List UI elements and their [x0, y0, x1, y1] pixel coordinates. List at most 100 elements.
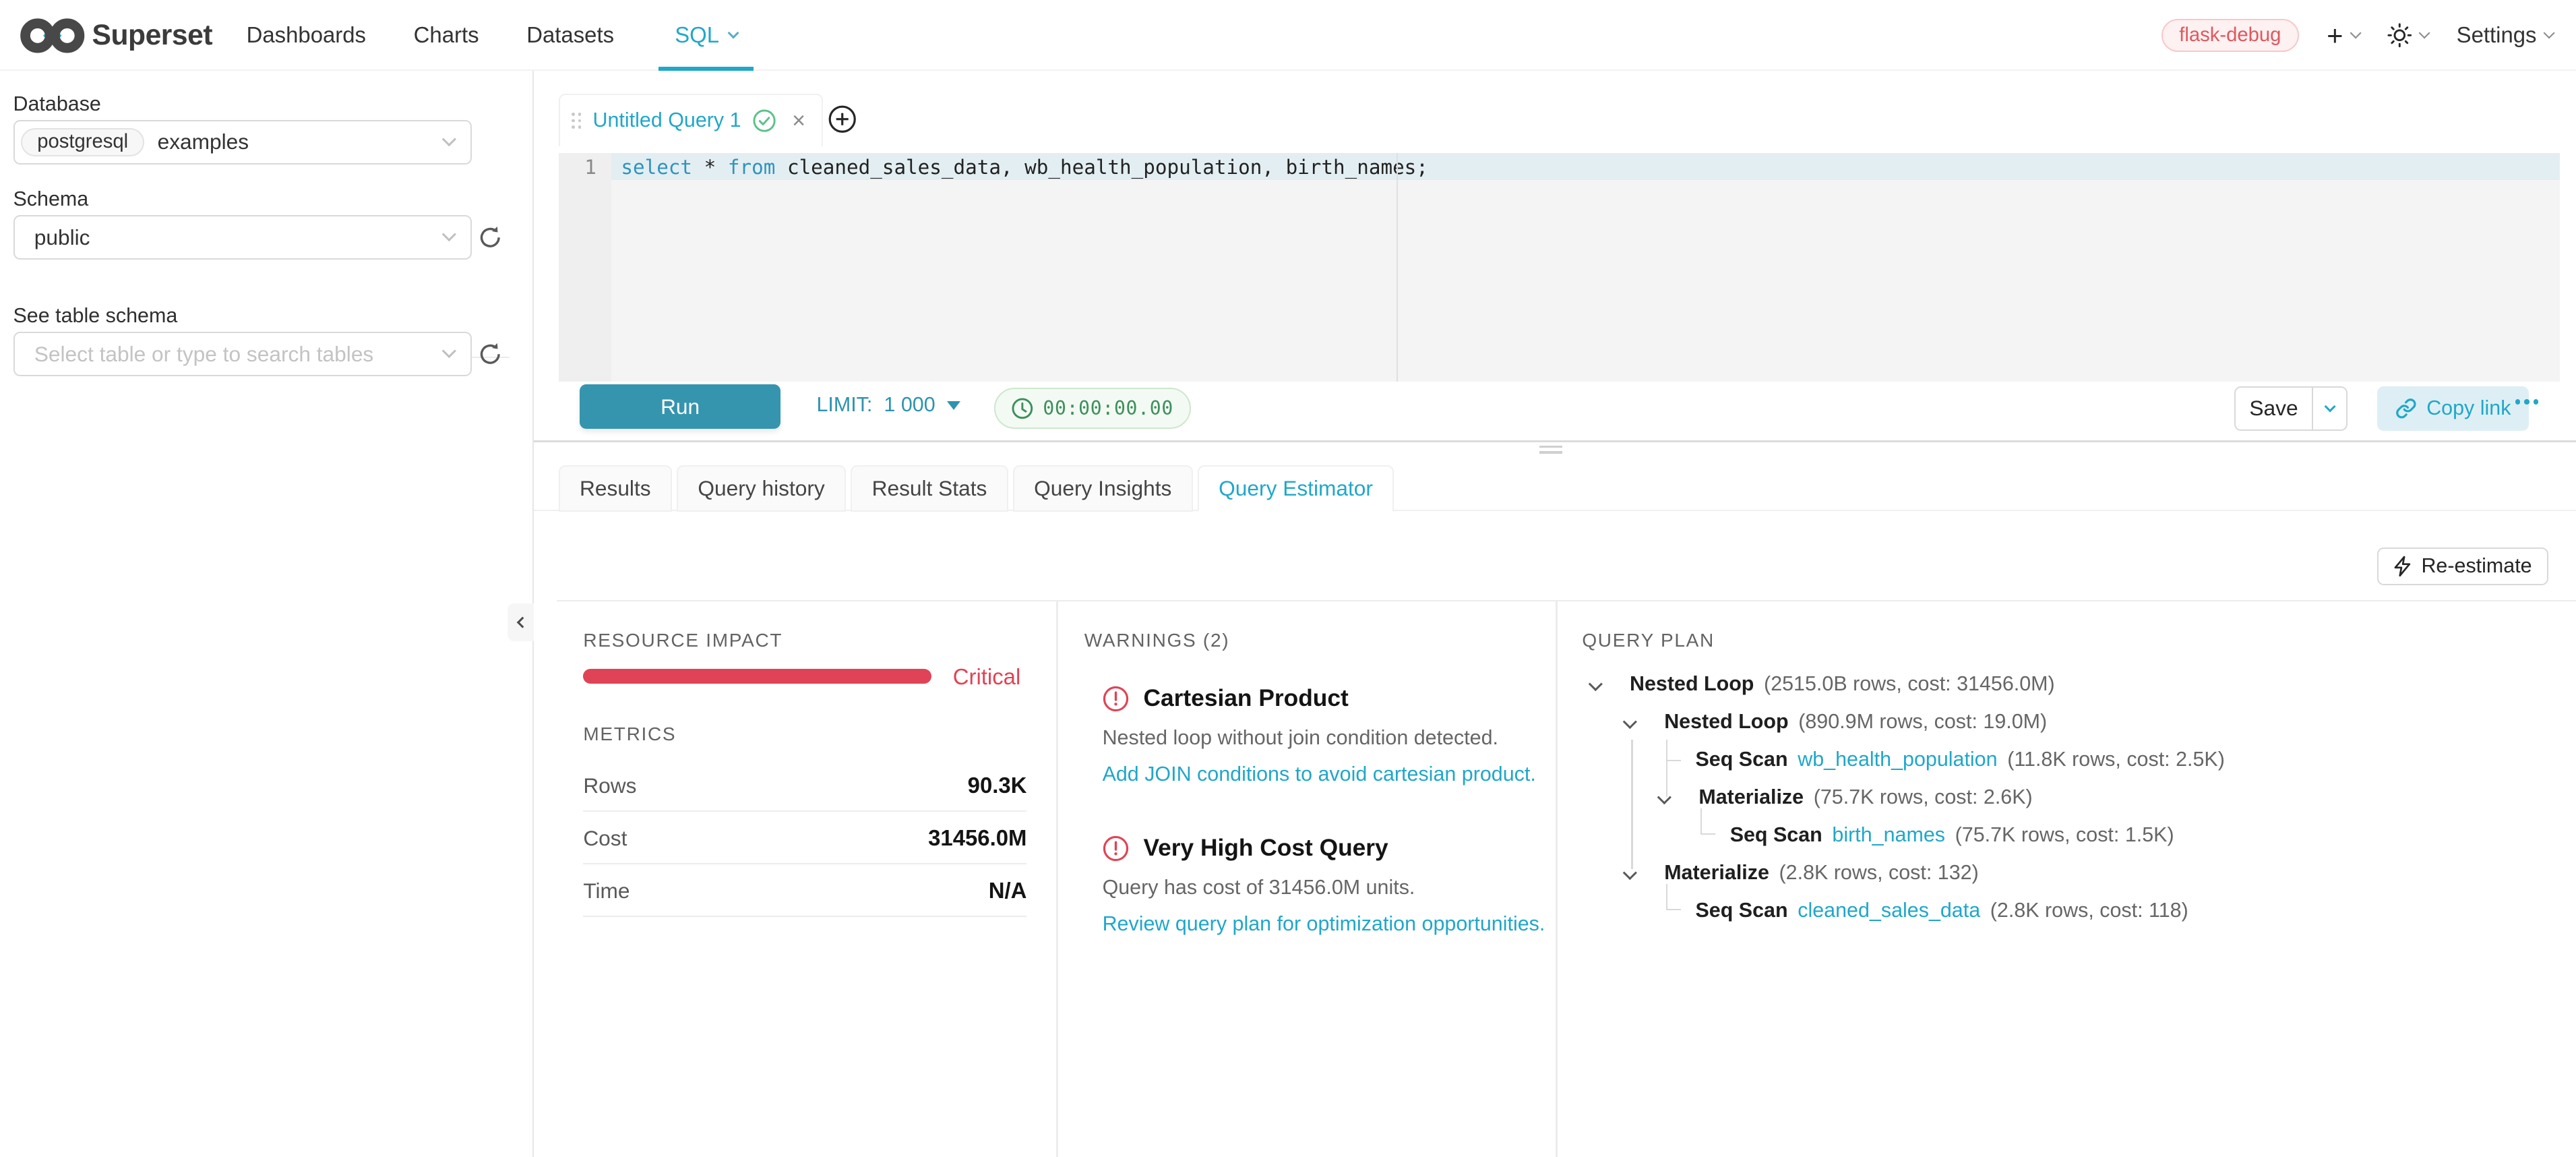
chevron-down-icon — [442, 227, 456, 241]
run-button[interactable]: Run — [580, 384, 780, 429]
schema-label: Schema — [13, 187, 89, 211]
database-select[interactable]: postgresql examples — [13, 120, 472, 165]
plan-node: Nested Loop (890.9M rows, cost: 19.0M) — [1664, 710, 2047, 734]
limit-dropdown[interactable]: LIMIT: 1 000 — [816, 393, 960, 417]
table-schema-label: See table schema — [13, 304, 178, 328]
navbar: Superset Dashboards Charts Datasets SQL … — [0, 0, 2576, 71]
save-button[interactable]: Save — [2234, 386, 2313, 431]
nav-item-dashboards[interactable]: Dashboards — [243, 0, 369, 71]
plan-node: Nested Loop (2515.0B rows, cost: 31456.0… — [1630, 672, 2055, 696]
collapse-sidebar-button[interactable] — [508, 603, 534, 641]
plus-icon: + — [2327, 22, 2343, 49]
database-engine-tag: postgresql — [21, 128, 144, 156]
chevron-down-icon — [2324, 401, 2335, 413]
sql-editor[interactable]: 1 select * from cleaned_sales_data, wb_h… — [559, 153, 2560, 382]
resource-impact-heading: RESOURCE IMPACT — [583, 630, 783, 651]
warning-item: Cartesian Product — [1103, 685, 1349, 712]
editor-toolbar: Run LIMIT: 1 000 00:00:00.00 Save — [534, 382, 2576, 441]
settings-label: Settings — [2457, 22, 2537, 48]
warning-title: Very High Cost Query — [1144, 835, 1388, 862]
tree-last-connector — [1666, 884, 1681, 910]
close-tab-icon[interactable]: × — [792, 109, 805, 132]
environment-tag: flask-debug — [2161, 19, 2299, 52]
tree-guide-line — [1631, 740, 1632, 870]
sql-code-line: select * from cleaned_sales_data, wb_hea… — [621, 154, 1428, 181]
tab-results[interactable]: Results — [559, 465, 672, 511]
copy-link-button[interactable]: Copy link — [2377, 386, 2529, 431]
drag-handle-icon[interactable] — [572, 113, 582, 129]
database-label: Database — [13, 92, 101, 116]
link-icon — [2395, 398, 2417, 419]
metric-value: 90.3K — [968, 773, 1027, 798]
sun-icon — [2387, 23, 2412, 48]
chevron-down-icon — [2350, 27, 2361, 38]
reestimate-button[interactable]: Re-estimate — [2377, 547, 2548, 585]
chevron-down-icon — [442, 344, 456, 358]
query-editor-tab[interactable]: Untitled Query 1 × — [559, 94, 824, 146]
chevron-down-icon[interactable] — [1657, 790, 1672, 804]
new-item-menu[interactable]: + — [2327, 22, 2360, 49]
chevron-down-icon[interactable] — [1623, 866, 1637, 880]
chevron-down-icon — [727, 27, 739, 38]
refresh-schemas-icon[interactable] — [478, 225, 504, 251]
schema-select[interactable]: public — [13, 215, 472, 260]
chevron-down-icon — [2419, 27, 2430, 38]
query-plan-heading: QUERY PLAN — [1582, 630, 1715, 651]
lightning-icon — [2393, 556, 2412, 577]
chevron-left-icon — [517, 616, 528, 628]
table-link[interactable]: cleaned_sales_data — [1798, 899, 1980, 922]
metric-value: 31456.0M — [928, 825, 1026, 851]
metric-row-cost: Cost 31456.0M — [583, 814, 1026, 865]
resource-impact-bar — [583, 669, 931, 684]
query-tab-title: Untitled Query 1 — [593, 109, 741, 132]
warning-description: Query has cost of 31456.0M units. — [1103, 876, 1415, 899]
copy-link-label: Copy link — [2426, 396, 2511, 420]
table-select[interactable]: Select table or type to search tables — [13, 332, 472, 376]
caret-down-icon — [947, 401, 960, 410]
chevron-down-icon[interactable] — [1588, 677, 1602, 691]
warning-icon — [1103, 835, 1129, 862]
warning-suggestion-link[interactable]: Add JOIN conditions to avoid cartesian p… — [1103, 763, 1536, 786]
metric-value: N/A — [989, 878, 1027, 903]
table-link[interactable]: wb_health_population — [1798, 748, 1997, 771]
warning-title: Cartesian Product — [1144, 685, 1349, 712]
save-options-button[interactable] — [2313, 386, 2348, 431]
nav-item-datasets[interactable]: Datasets — [523, 0, 617, 71]
column-divider — [1556, 601, 1557, 1157]
warnings-heading: WARNINGS (2) — [1084, 630, 1230, 651]
chevron-down-icon — [442, 132, 456, 146]
nav-item-sql[interactable]: SQL — [658, 0, 754, 71]
warning-description: Nested loop without join condition detec… — [1103, 726, 1498, 750]
more-options-icon[interactable] — [2515, 399, 2538, 404]
clock-icon — [1012, 398, 1033, 419]
superset-logo[interactable]: Superset — [20, 13, 212, 58]
chevron-down-icon — [2543, 27, 2554, 38]
panel-resizer-handle[interactable] — [1539, 446, 1562, 457]
settings-menu[interactable]: Settings — [2457, 22, 2553, 48]
resource-impact-level: Critical — [953, 664, 1021, 690]
metric-row-time: Time N/A — [583, 866, 1026, 918]
tab-query-history[interactable]: Query history — [677, 465, 846, 511]
theme-menu[interactable] — [2387, 23, 2428, 48]
warning-item: Very High Cost Query — [1103, 835, 1388, 862]
warning-suggestion-link[interactable]: Review query plan for optimization oppor… — [1103, 912, 1545, 936]
navbar-right: flask-debug + — [2161, 0, 2553, 71]
superset-logo-icon — [20, 13, 86, 58]
nav-menu: Dashboards Charts Datasets SQL — [243, 0, 754, 71]
tab-query-estimator[interactable]: Query Estimator — [1198, 465, 1394, 511]
reestimate-label: Re-estimate — [2421, 554, 2532, 578]
panel-top-border — [557, 600, 2576, 601]
save-split-button: Save — [2234, 386, 2348, 431]
chevron-down-icon[interactable] — [1623, 715, 1637, 729]
nav-item-charts[interactable]: Charts — [410, 0, 483, 71]
new-query-tab-button[interactable] — [828, 105, 856, 133]
table-link[interactable]: birth_names — [1832, 823, 1945, 847]
tab-result-stats[interactable]: Result Stats — [851, 465, 1008, 511]
table-select-placeholder: Select table or type to search tables — [34, 342, 374, 367]
tab-query-insights[interactable]: Query Insights — [1013, 465, 1193, 511]
tree-last-connector — [1700, 808, 1715, 835]
metric-label: Cost — [583, 826, 627, 851]
refresh-tables-icon[interactable] — [478, 342, 504, 368]
schema-select-value: public — [34, 225, 90, 250]
plan-node: Materialize (2.8K rows, cost: 132) — [1664, 861, 1979, 885]
